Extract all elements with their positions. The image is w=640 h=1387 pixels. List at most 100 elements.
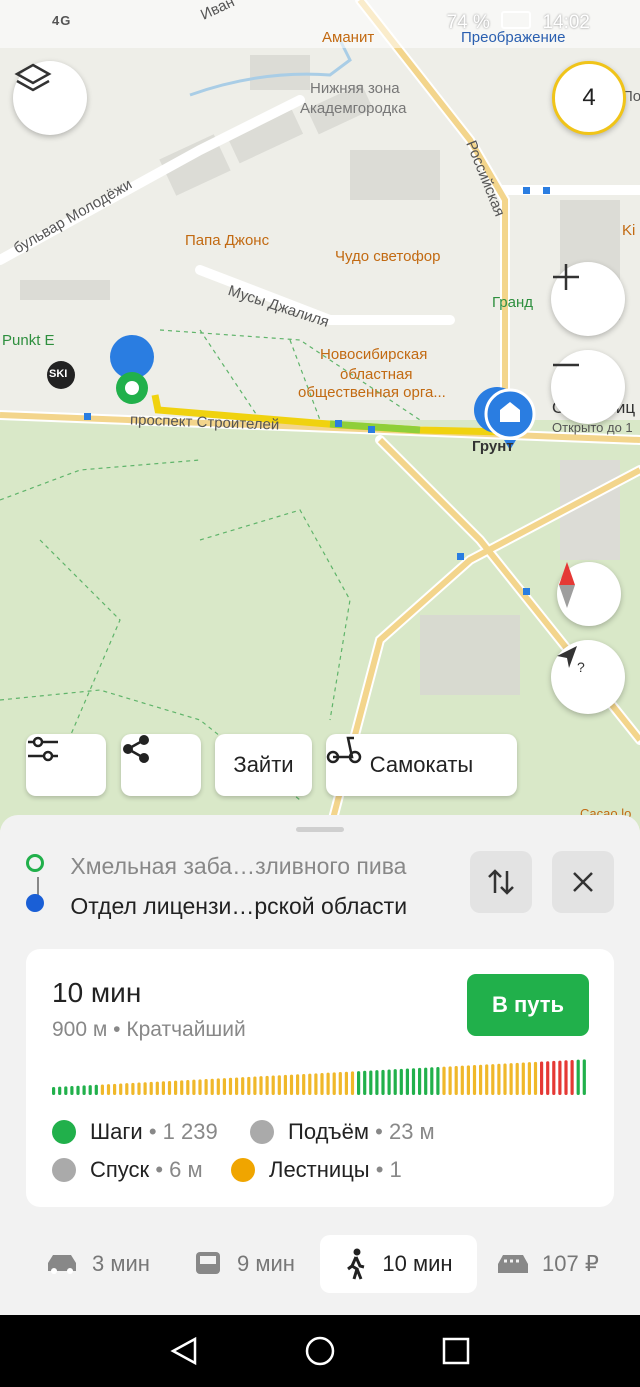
elevation-bar [198,1079,202,1095]
map-label-zone-1: Нижняя зона [310,80,400,97]
ascent-value: • 23 м [375,1119,435,1144]
mode-car[interactable]: 3 мин [46,1235,150,1293]
elevation-bar [399,1068,403,1095]
route-sheet: Хмельная заба…зливного пива Отдел лиценз… [0,815,640,1315]
elevation-bar [466,1065,470,1095]
elevation-bar [350,1071,355,1095]
scooters-button[interactable]: Самокаты [326,734,517,796]
elevation-bar [326,1072,330,1095]
elevation-bar [570,1059,574,1095]
elevation-bar [259,1076,263,1095]
elevation-bar [247,1076,251,1095]
elevation-bar [180,1080,184,1095]
walk-icon [347,1248,365,1280]
elevation-bar [515,1062,519,1095]
elevation-bar [460,1065,464,1095]
mode-taxi-price: 107 ₽ [542,1251,599,1276]
mode-taxi[interactable]: 107 ₽ [496,1235,599,1293]
map-poi-punkt[interactable]: Punkt E [2,332,55,349]
location-arrow-icon: ? [557,646,585,675]
zoom-level-badge[interactable]: 4 [552,61,626,135]
start-navigation-button[interactable]: В путь [467,974,589,1036]
elevation-bar [271,1075,275,1095]
elevation-bar [161,1081,165,1095]
sheet-handle[interactable] [296,827,344,832]
route-from-row[interactable]: Хмельная заба…зливного пива [26,853,406,880]
zoom-level-value: 4 [582,84,596,111]
elevation-bar [241,1077,245,1095]
elevation-bar [344,1071,348,1095]
elevation-bar [52,1087,56,1095]
map-poi-papa-johns[interactable]: Папа Джонс [185,232,269,249]
steps-label: Шаги [90,1119,143,1144]
recents-icon[interactable] [441,1336,471,1366]
elevation-bar [314,1073,318,1095]
steps-stat: Шаги • 1 239 [52,1119,218,1145]
mode-walk-time: 10 мин [382,1251,453,1276]
zoom-out-button[interactable] [551,350,625,424]
elevation-bar [88,1085,92,1095]
elevation-bar [235,1077,239,1095]
close-route-button[interactable] [552,851,614,913]
descent-value: • 6 м [155,1157,203,1182]
elevation-bar [418,1067,422,1095]
layers-button[interactable] [13,61,87,135]
elevation-bar [546,1061,550,1095]
elevation-bar [277,1075,281,1095]
mode-walk[interactable]: 10 мин [320,1235,477,1293]
elevation-bar [411,1068,416,1095]
map-poi-org-3: общественная орга... [298,384,446,401]
android-nav-bar [0,1315,640,1387]
route-to: Отдел лицензи…рской области [70,893,408,919]
map-view[interactable]: 4G 74 % 14:02 Иван Аманит Преображение Н… [0,0,640,830]
elevation-bar [405,1068,409,1095]
compass-button[interactable] [557,562,621,626]
elevation-bar [119,1083,123,1095]
route-settings-button[interactable] [26,734,106,796]
elevation-bar [430,1067,434,1095]
map-poi-ki[interactable]: Ki [622,222,635,239]
descent-label: Спуск [90,1157,150,1182]
my-location-button[interactable]: ? [551,640,625,714]
elevation-bar [82,1085,86,1095]
map-poi-chudo[interactable]: Чудо светофор [335,248,440,265]
elevation-bar [503,1063,507,1095]
map-poi-preobrazhenie[interactable]: Преображение [461,29,565,46]
network-indicator: 4G [52,13,72,28]
stairs-stat: Лестницы • 1 [231,1157,402,1183]
home-icon[interactable] [305,1336,335,1366]
route-to-row[interactable]: Отдел лицензи…рской области [26,893,407,920]
ascent-stat: Подъём • 23 м [250,1119,435,1145]
map-poi-org-1[interactable]: Новосибирская [320,346,427,363]
elevation-bar [174,1080,178,1095]
elevation-bar [497,1063,501,1095]
elevation-bar [357,1071,361,1095]
back-icon[interactable] [169,1336,199,1366]
mode-bus-time: 9 мин [237,1251,295,1276]
elevation-bar [369,1070,373,1095]
descent-icon [52,1158,76,1182]
map-poi-grand[interactable]: Гранд [492,294,533,311]
elevation-bar [308,1073,312,1095]
enter-button[interactable]: Зайти [215,734,312,796]
ascent-icon [250,1120,274,1144]
share-route-button[interactable] [121,734,201,796]
route-result-card[interactable]: 10 мин 900 м • Кратчайший В путь Шаги • … [26,949,614,1207]
elevation-bar [436,1066,440,1095]
map-poi-amanit[interactable]: Аманит [322,29,374,46]
elevation-bar [424,1067,428,1095]
elevation-bar [192,1079,196,1095]
elevation-bar [143,1082,147,1095]
stairs-value: • 1 [375,1157,402,1182]
mode-bus[interactable]: 9 мин [193,1235,295,1293]
map-poi-grunt[interactable]: Грунт [472,438,514,455]
elevation-bar [338,1072,342,1095]
elevation-bar [155,1081,159,1095]
swap-route-button[interactable] [470,851,532,913]
elevation-bar [204,1079,208,1095]
elevation-bar [521,1062,525,1095]
map-poi-ski[interactable]: SKI [49,368,67,380]
zoom-in-button[interactable] [551,262,625,336]
elevation-bar [265,1075,269,1095]
stairs-label: Лестницы [269,1157,370,1182]
